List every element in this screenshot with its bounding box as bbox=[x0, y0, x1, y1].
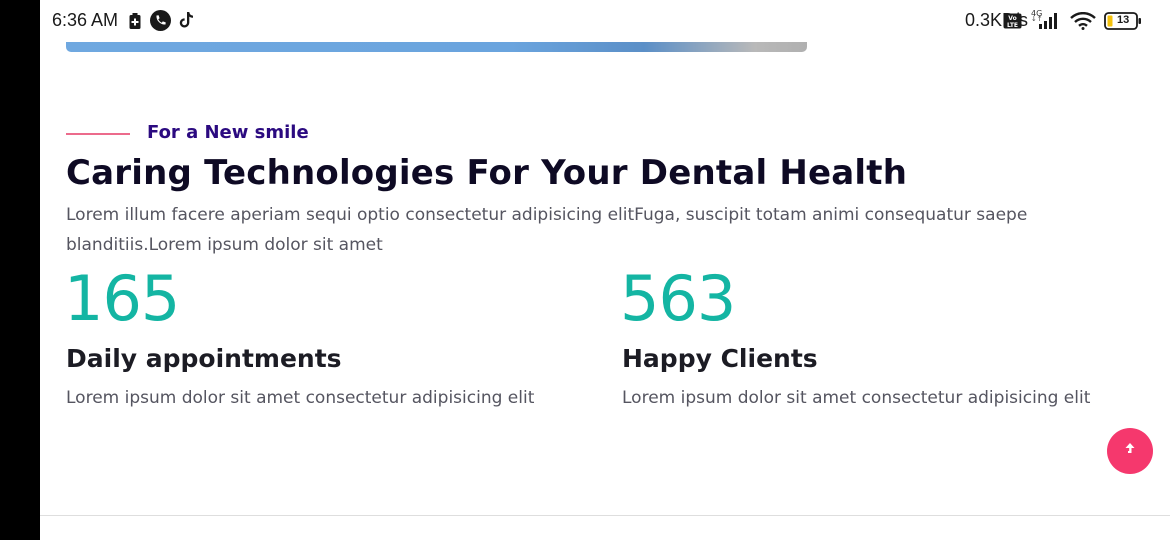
stat-description: Lorem ipsum dolor sit amet consectetur a… bbox=[66, 388, 535, 408]
tiktok-icon bbox=[179, 11, 195, 33]
network-type-label: 4G bbox=[1031, 9, 1043, 18]
phone-icon bbox=[150, 10, 171, 35]
wifi-icon bbox=[1070, 11, 1096, 34]
section-eyebrow: For a New smile bbox=[147, 122, 309, 143]
battery-saver-icon bbox=[129, 13, 141, 33]
eyebrow-line bbox=[66, 133, 130, 135]
stat-title: Happy Clients bbox=[622, 344, 818, 373]
left-black-edge bbox=[0, 0, 40, 540]
scroll-to-top-button[interactable] bbox=[1107, 428, 1153, 474]
arrow-up-icon bbox=[1123, 441, 1137, 461]
volte-icon: Vo LTE bbox=[1003, 13, 1022, 33]
status-time: 6:36 AM bbox=[52, 10, 119, 30]
battery-level: 13 bbox=[1117, 14, 1130, 26]
stat-number: 563 bbox=[620, 262, 736, 335]
bottom-divider bbox=[40, 515, 1170, 516]
stat-number: 165 bbox=[64, 262, 180, 335]
section-intro: Lorem illum facere aperiam sequi optio c… bbox=[66, 205, 1028, 255]
stat-title: Daily appointments bbox=[66, 344, 342, 373]
stat-description: Lorem ipsum dolor sit amet consectetur a… bbox=[622, 388, 1091, 408]
hero-image bbox=[66, 42, 807, 52]
section-title: Caring Technologies For Your Dental Heal… bbox=[66, 153, 908, 193]
status-bar: 6:36 AM 0.3KB/s Vo LTE ↓↑ 4G 13 bbox=[40, 0, 1170, 42]
svg-text:Vo: Vo bbox=[1008, 15, 1016, 22]
svg-text:LTE: LTE bbox=[1007, 22, 1018, 29]
